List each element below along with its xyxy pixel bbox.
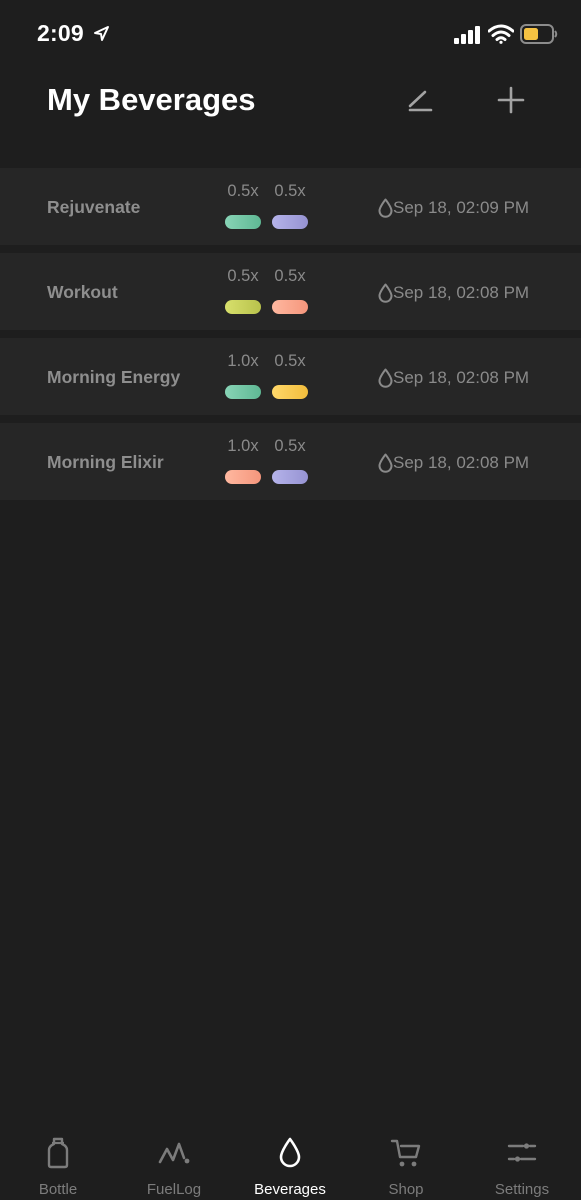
dose-label: 0.5x	[274, 267, 306, 285]
add-beverage-button[interactable]	[492, 81, 530, 119]
ingredient-pill	[272, 385, 308, 399]
ingredient-pill	[272, 300, 308, 314]
ingredient-pill	[225, 300, 261, 314]
edit-pencil-icon	[408, 90, 433, 112]
dose-label: 0.5x	[274, 182, 306, 200]
drop-icon	[274, 1136, 306, 1170]
ingredient-pill	[225, 470, 261, 484]
plus-icon	[497, 86, 525, 114]
tab-label: Bottle	[38, 1181, 78, 1198]
location-arrow-icon	[94, 26, 109, 41]
status-time: 2:09	[37, 20, 84, 46]
cellular-signal-icon	[454, 26, 480, 44]
beverage-row[interactable]: Morning Energy 1.0x 0.5x Sep 18, 02:08 P…	[0, 338, 581, 415]
beverage-name: Morning Elixir	[47, 452, 164, 472]
tab-label: Settings	[494, 1181, 550, 1198]
beverage-row[interactable]: Rejuvenate 0.5x 0.5x Sep 18, 02:09 PM	[0, 168, 581, 245]
ingredient-pill	[225, 215, 261, 229]
battery-icon	[520, 24, 558, 44]
dose-label: 1.0x	[227, 352, 259, 370]
status-bar: 2:09	[0, 0, 581, 70]
tab-fuellog[interactable]: FuelLog	[116, 1120, 232, 1200]
drop-icon	[378, 283, 393, 303]
dose-label: 1.0x	[227, 437, 259, 455]
tab-label: Shop	[388, 1181, 424, 1198]
beverage-date: Sep 18, 02:09 PM	[393, 198, 530, 217]
cart-icon	[390, 1136, 422, 1170]
beverage-date: Sep 18, 02:08 PM	[393, 368, 530, 387]
edit-button[interactable]	[400, 83, 436, 119]
tab-bottle[interactable]: Bottle	[0, 1120, 116, 1200]
beverage-name: Rejuvenate	[47, 197, 141, 217]
tab-bar: Bottle FuelLog Beverages Shop Settings	[0, 1120, 581, 1200]
beverage-list: Rejuvenate 0.5x 0.5x Sep 18, 02:09 PM Wo…	[0, 168, 581, 508]
dose-label: 0.5x	[227, 267, 259, 285]
dose-label: 0.5x	[274, 352, 306, 370]
beverage-date: Sep 18, 02:08 PM	[393, 453, 530, 472]
sliders-icon	[506, 1136, 538, 1170]
dose-label: 0.5x	[274, 437, 306, 455]
beverage-row[interactable]: Morning Elixir 1.0x 0.5x Sep 18, 02:08 P…	[0, 423, 581, 500]
bottle-icon	[42, 1136, 74, 1170]
beverage-name: Workout	[47, 282, 118, 302]
drop-icon	[378, 453, 393, 473]
dose-label: 0.5x	[227, 182, 259, 200]
wifi-icon	[488, 24, 514, 44]
beverage-name: Morning Energy	[47, 367, 181, 387]
tab-settings[interactable]: Settings	[464, 1120, 580, 1200]
drop-icon	[378, 198, 393, 218]
ingredient-pill	[272, 470, 308, 484]
fuellog-chart-icon	[158, 1136, 190, 1170]
ingredient-pill	[272, 215, 308, 229]
drop-icon	[378, 368, 393, 388]
tab-label: FuelLog	[146, 1181, 202, 1198]
tab-shop[interactable]: Shop	[348, 1120, 464, 1200]
beverage-date: Sep 18, 02:08 PM	[393, 283, 530, 302]
tab-beverages[interactable]: Beverages	[232, 1120, 348, 1200]
beverage-row[interactable]: Workout 0.5x 0.5x Sep 18, 02:08 PM	[0, 253, 581, 330]
ingredient-pill	[225, 385, 261, 399]
page-title: My Beverages	[47, 82, 256, 117]
tab-label: Beverages	[254, 1181, 326, 1198]
